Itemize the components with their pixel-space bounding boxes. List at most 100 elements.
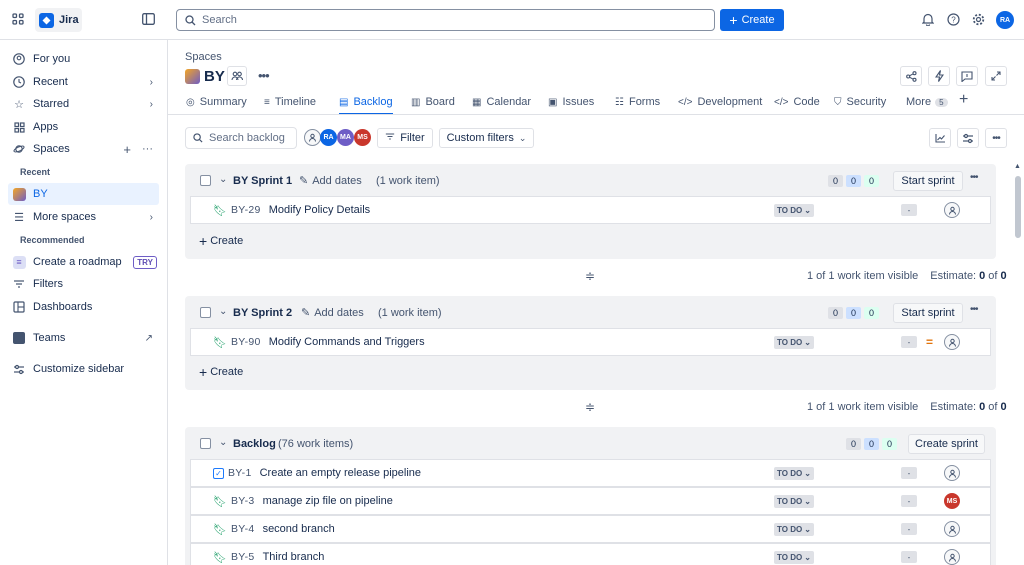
sprint-checkbox[interactable] bbox=[200, 175, 211, 186]
sidebar-item-customize[interactable]: Customize sidebar bbox=[8, 358, 159, 380]
tab-board[interactable]: ▥ Board bbox=[411, 94, 455, 110]
sidebar-item-by[interactable]: BY bbox=[8, 183, 159, 205]
share-icon[interactable] bbox=[900, 66, 922, 86]
sidebar-item-teams[interactable]: Teams ↗ bbox=[8, 327, 159, 349]
more-actions-icon[interactable]: ••• bbox=[258, 68, 270, 83]
status-dropdown[interactable]: TO DO ⌄ bbox=[774, 467, 814, 480]
avatar-ms[interactable]: MS bbox=[354, 129, 371, 146]
filter-button[interactable]: Filter bbox=[377, 128, 433, 148]
estimate-badge[interactable]: - bbox=[901, 495, 917, 507]
notifications-icon[interactable] bbox=[921, 13, 935, 29]
create-button[interactable]: + Create bbox=[720, 9, 784, 31]
sidebar-item-spaces[interactable]: Spaces + ··· bbox=[8, 138, 159, 160]
create-sprint-button[interactable]: Create sprint bbox=[908, 434, 985, 454]
backlog-search-input[interactable]: Search backlog bbox=[185, 127, 297, 149]
status-dropdown[interactable]: TO DO ⌄ bbox=[774, 523, 814, 536]
work-item-row[interactable]: ✓ BY-1 Create an empty release pipeline … bbox=[190, 459, 991, 487]
automation-icon[interactable] bbox=[928, 66, 950, 86]
tab-issues[interactable]: ▣ Issues bbox=[548, 94, 594, 110]
start-sprint-button[interactable]: Start sprint bbox=[893, 303, 963, 323]
search-input[interactable]: Search bbox=[176, 9, 715, 31]
estimate-badge[interactable]: - bbox=[901, 523, 917, 535]
work-item-row[interactable]: 🔖︎ BY-5 Third branch TO DO ⌄ - bbox=[190, 543, 991, 565]
work-item-key[interactable]: BY-1 bbox=[228, 467, 252, 479]
sidebar-item-dashboards[interactable]: Dashboards bbox=[8, 296, 159, 318]
drag-handle-icon[interactable]: ≑ bbox=[585, 400, 595, 414]
avatar-ma[interactable]: MA bbox=[337, 129, 354, 146]
tab-forms[interactable]: ☷ Forms bbox=[615, 94, 660, 110]
settings-gear-icon[interactable] bbox=[972, 13, 985, 29]
work-item-key[interactable]: BY-3 bbox=[231, 495, 255, 507]
more-icon[interactable]: ••• bbox=[985, 128, 1007, 148]
more-icon[interactable]: ••• bbox=[970, 172, 978, 183]
sidebar-item-filters[interactable]: Filters bbox=[8, 273, 159, 295]
assignee-avatar[interactable]: MS bbox=[944, 493, 960, 509]
sidebar-item-create-roadmap[interactable]: ≡ Create a roadmap TRY bbox=[8, 251, 159, 273]
sidebar-toggle-icon[interactable] bbox=[142, 13, 155, 28]
add-dates-button[interactable]: ✎ Add dates bbox=[299, 174, 362, 188]
jira-logo[interactable]: Jira bbox=[35, 8, 82, 32]
feedback-icon[interactable] bbox=[956, 66, 978, 86]
work-item-summary[interactable]: Create an empty release pipeline bbox=[260, 467, 421, 479]
avatar-ra[interactable]: RA bbox=[320, 129, 337, 146]
work-item-row[interactable]: 🔖︎ BY-4 second branch TO DO ⌄ - bbox=[190, 515, 991, 543]
chevron-down-icon[interactable]: ⌄ bbox=[219, 437, 227, 448]
chevron-down-icon[interactable]: ⌄ bbox=[219, 174, 227, 185]
unassigned-avatar-icon[interactable] bbox=[304, 129, 321, 146]
add-space-icon[interactable]: + bbox=[123, 142, 131, 157]
more-icon[interactable]: ••• bbox=[970, 304, 978, 315]
work-item-row[interactable]: 🔖︎ BY-29 Modify Policy Details TO DO ⌄ - bbox=[190, 196, 991, 224]
work-item-key[interactable]: BY-29 bbox=[231, 204, 261, 216]
user-avatar[interactable]: RA bbox=[996, 11, 1014, 29]
fullscreen-icon[interactable] bbox=[985, 66, 1007, 86]
drag-handle-icon[interactable]: ≑ bbox=[585, 269, 595, 283]
work-item-key[interactable]: BY-90 bbox=[231, 336, 261, 348]
more-icon[interactable]: ··· bbox=[142, 143, 153, 155]
tab-development[interactable]: </> Development bbox=[678, 94, 762, 110]
tab-more[interactable]: More 5 bbox=[906, 94, 948, 110]
tab-backlog[interactable]: ▤ Backlog bbox=[339, 94, 393, 115]
sidebar-item-more-spaces[interactable]: ☰ More spaces › bbox=[8, 206, 159, 228]
insights-icon[interactable] bbox=[929, 128, 951, 148]
external-link-icon[interactable]: ↗ bbox=[145, 333, 153, 344]
estimate-badge[interactable]: - bbox=[901, 467, 917, 479]
create-work-item-button[interactable]: + Create bbox=[199, 365, 243, 379]
unassigned-avatar-icon[interactable] bbox=[944, 465, 960, 481]
backlog-checkbox[interactable] bbox=[200, 438, 211, 449]
status-dropdown[interactable]: TO DO ⌄ bbox=[774, 551, 814, 564]
estimate-badge[interactable]: - bbox=[901, 336, 917, 348]
app-switcher-icon[interactable] bbox=[12, 13, 24, 25]
sidebar-item-apps[interactable]: Apps bbox=[8, 116, 159, 138]
unassigned-avatar-icon[interactable] bbox=[944, 549, 960, 565]
add-dates-button[interactable]: ✎ Add dates bbox=[301, 306, 364, 320]
work-item-summary[interactable]: Third branch bbox=[263, 551, 325, 563]
sidebar-item-recent[interactable]: Recent › bbox=[8, 71, 159, 93]
scrollbar-thumb[interactable] bbox=[1015, 176, 1021, 238]
unassigned-avatar-icon[interactable] bbox=[944, 521, 960, 537]
work-item-summary[interactable]: second branch bbox=[263, 523, 335, 535]
work-item-row[interactable]: 🔖︎ BY-90 Modify Commands and Triggers TO… bbox=[190, 328, 991, 356]
breadcrumb[interactable]: Spaces bbox=[185, 51, 222, 63]
tab-summary[interactable]: ◎ Summary bbox=[186, 94, 247, 110]
scrollbar[interactable]: ▲ bbox=[1013, 163, 1022, 565]
sidebar-item-for-you[interactable]: For you bbox=[8, 48, 159, 70]
tab-timeline[interactable]: ≡ Timeline bbox=[264, 94, 316, 110]
unassigned-avatar-icon[interactable] bbox=[944, 202, 960, 218]
sprint-checkbox[interactable] bbox=[200, 307, 211, 318]
tab-calendar[interactable]: ▦ Calendar bbox=[472, 94, 531, 110]
tab-code[interactable]: </> Code bbox=[774, 94, 820, 110]
estimate-badge[interactable]: - bbox=[901, 551, 917, 563]
estimate-badge[interactable]: - bbox=[901, 204, 917, 216]
status-dropdown[interactable]: TO DO ⌄ bbox=[774, 204, 814, 217]
sidebar-item-starred[interactable]: ☆ Starred › bbox=[8, 93, 159, 115]
status-dropdown[interactable]: TO DO ⌄ bbox=[774, 336, 814, 349]
status-dropdown[interactable]: TO DO ⌄ bbox=[774, 495, 814, 508]
create-work-item-button[interactable]: + Create bbox=[199, 234, 243, 248]
work-item-row[interactable]: 🔖︎ BY-3 manage zip file on pipeline TO D… bbox=[190, 487, 991, 515]
scroll-up-icon[interactable]: ▲ bbox=[1014, 163, 1021, 170]
help-icon[interactable]: ? bbox=[947, 13, 960, 29]
add-tab-icon[interactable]: + bbox=[959, 91, 968, 109]
custom-filters-dropdown[interactable]: Custom filters ⌄ bbox=[439, 128, 534, 148]
start-sprint-button[interactable]: Start sprint bbox=[893, 171, 963, 191]
view-settings-icon[interactable] bbox=[957, 128, 979, 148]
